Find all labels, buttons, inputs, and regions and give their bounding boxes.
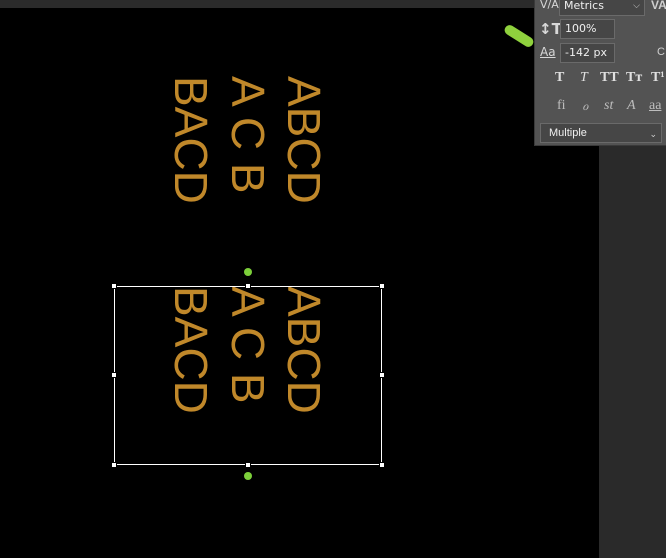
kerning-dropdown[interactable]: Metrics ⌵ <box>559 0 645 16</box>
old-style-button[interactable]: ℴ <box>582 98 588 114</box>
color-label-partial: C <box>657 46 665 58</box>
vertical-scale-input[interactable]: 100% <box>560 19 615 39</box>
faux-italic-button[interactable]: T <box>580 70 588 86</box>
language-value: Multiple <box>549 127 587 139</box>
titling-alternates-button[interactable]: aa <box>649 98 661 114</box>
handle-bottom-left[interactable] <box>111 462 117 468</box>
handle-middle-right[interactable] <box>379 372 385 378</box>
text-path-start-dot[interactable] <box>244 268 252 276</box>
text-column-top-2[interactable]: A C B <box>222 76 274 194</box>
handle-middle-left[interactable] <box>111 372 117 378</box>
language-dropdown[interactable]: Multiple ⌄ <box>540 123 662 143</box>
vertical-scale-value: 100% <box>565 22 597 35</box>
stylistic-alternates-button[interactable]: A <box>627 98 636 114</box>
baseline-shift-input[interactable]: -142 px <box>560 43 615 63</box>
handle-top-right[interactable] <box>379 283 385 289</box>
vertical-scale-icon: ↕T <box>539 20 562 38</box>
chevron-down-icon: ⌄ <box>649 129 657 139</box>
all-caps-button[interactable]: TT <box>600 70 619 86</box>
text-column-top-1[interactable]: BACD <box>165 76 217 204</box>
faux-bold-button[interactable]: T <box>555 70 564 86</box>
kerning-value: Metrics <box>564 0 604 12</box>
small-caps-button[interactable]: Tт <box>626 70 642 86</box>
handle-bottom-right[interactable] <box>379 462 385 468</box>
text-path-end-dot[interactable] <box>244 472 252 480</box>
handle-top-left[interactable] <box>111 283 117 289</box>
superscript-button[interactable]: T¹ <box>651 70 665 86</box>
kerning-icon: V/A <box>540 0 559 11</box>
tracking-icon-partial: VA <box>651 0 666 12</box>
handle-top-center[interactable] <box>245 283 251 289</box>
ligatures-button[interactable]: fi <box>557 98 566 114</box>
handle-bottom-center[interactable] <box>245 462 251 468</box>
baseline-shift-icon: Aa <box>540 45 556 59</box>
baseline-shift-value: -142 px <box>565 46 607 59</box>
chevron-down-icon: ⌵ <box>633 1 640 11</box>
swash-button[interactable]: st <box>604 98 613 114</box>
text-column-top-3[interactable]: ABCD <box>278 76 330 204</box>
text-bounding-box[interactable] <box>114 286 382 465</box>
